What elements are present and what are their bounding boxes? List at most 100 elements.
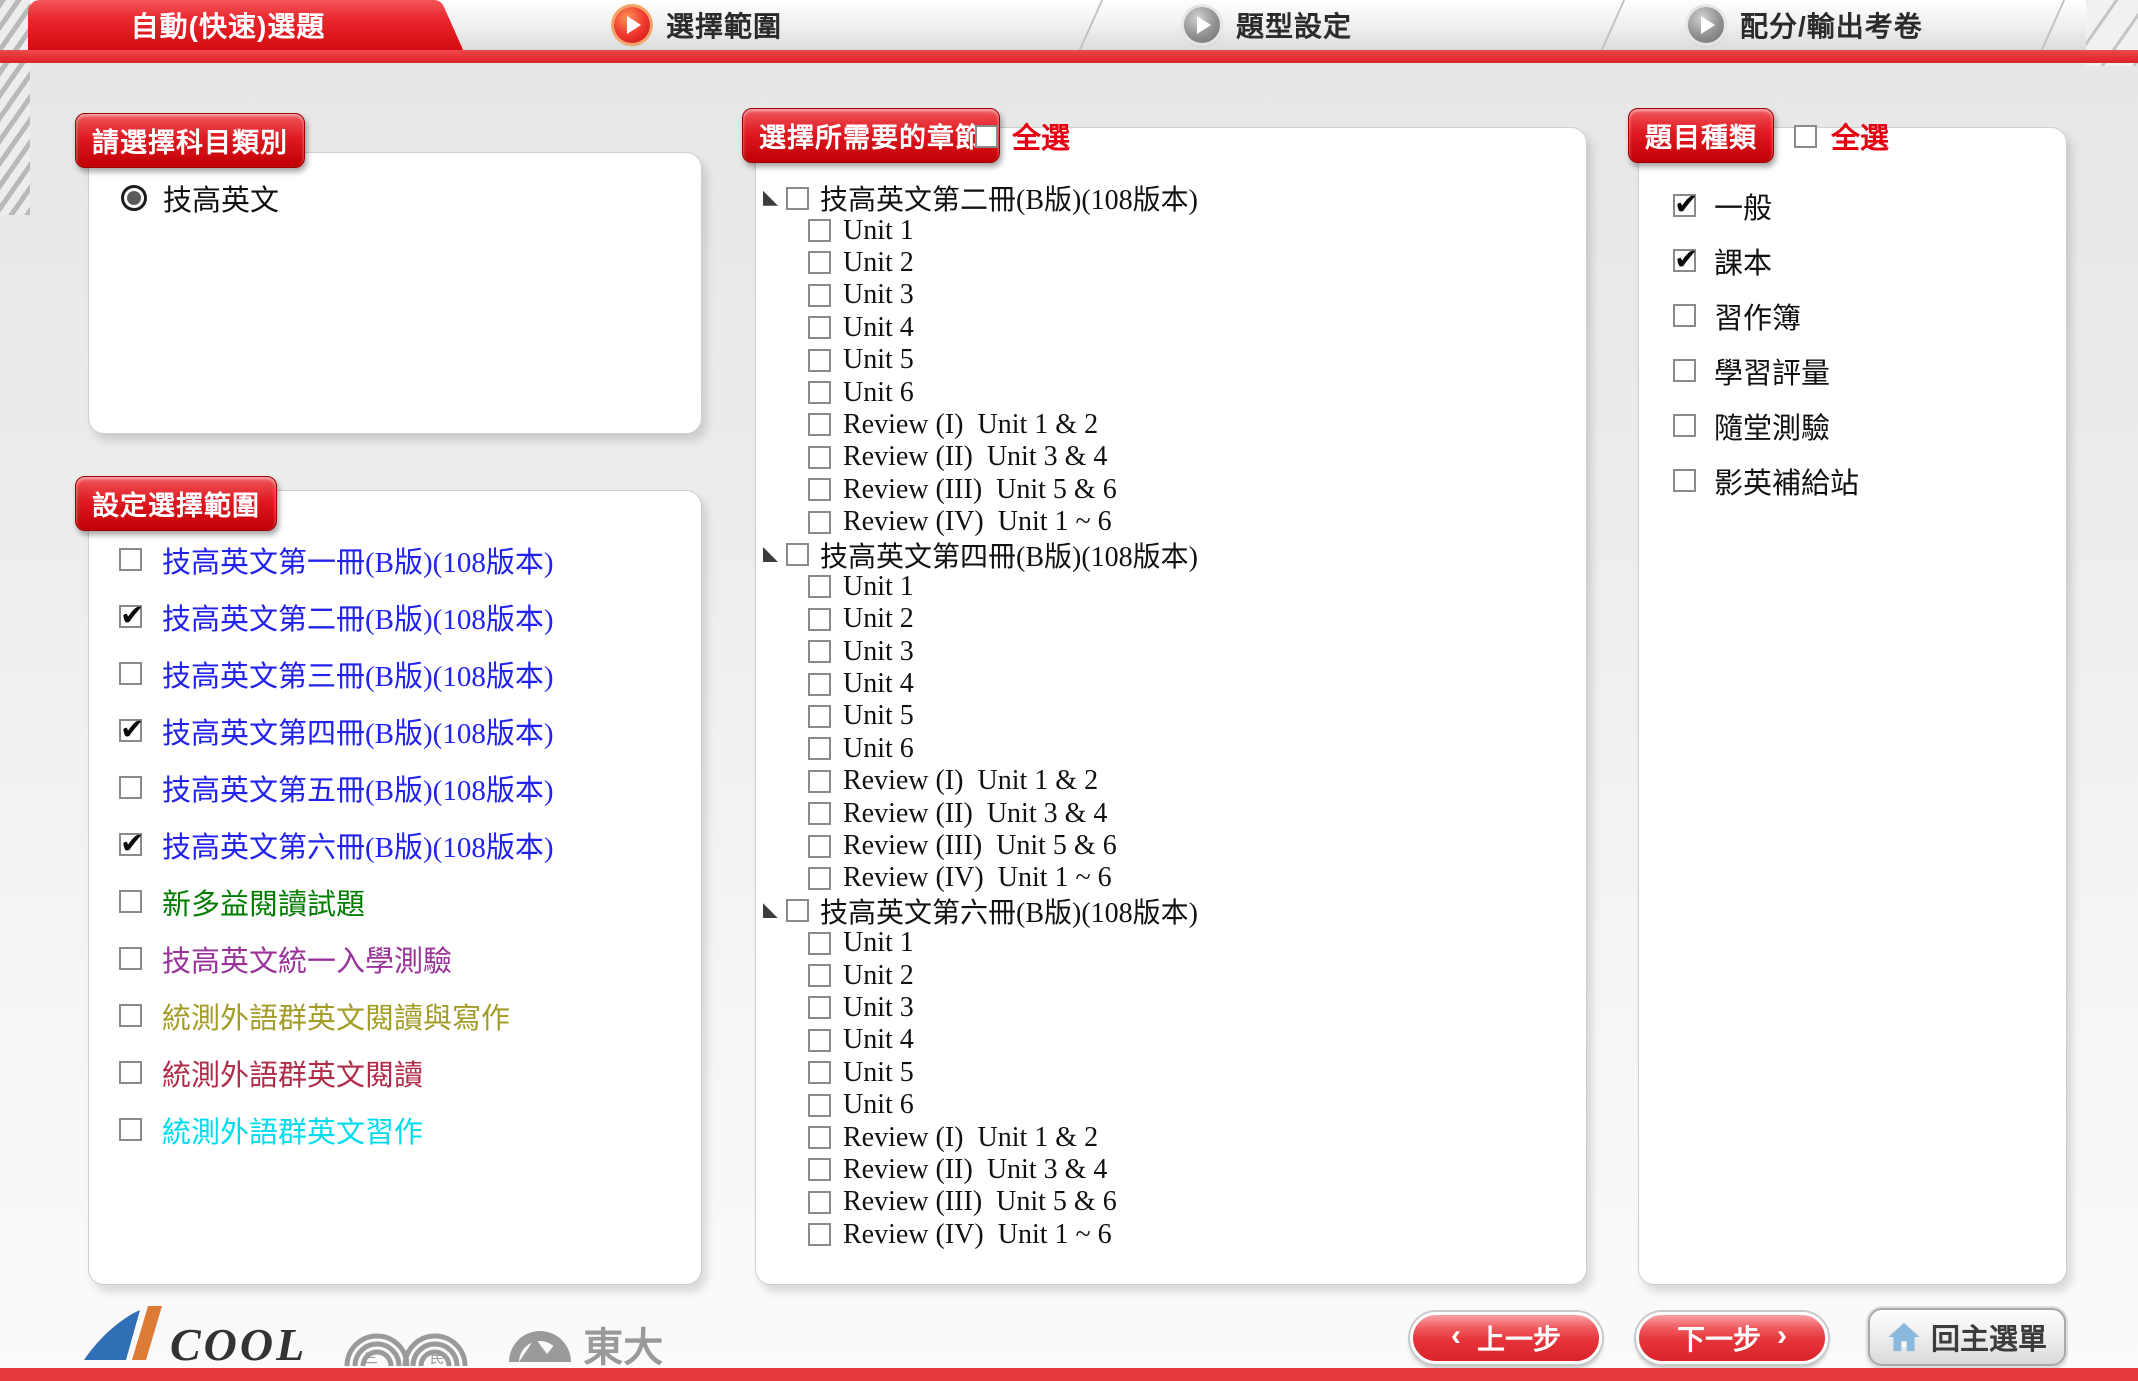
tree-chapter-row[interactable]: Unit 3 <box>756 992 1580 1024</box>
checkbox[interactable] <box>119 1118 142 1141</box>
question-type-item[interactable]: 習作簿 <box>1673 288 2056 343</box>
checkbox[interactable] <box>808 1223 831 1246</box>
subject-option[interactable]: 技高英文 <box>121 177 279 219</box>
tree-chapter-row[interactable]: Unit 3 <box>756 635 1580 667</box>
back-to-main-menu-button[interactable]: 回主選單 <box>1868 1308 2066 1366</box>
checkbox[interactable] <box>808 575 831 598</box>
range-item[interactable]: 技高英文第三冊(B版)(108版本) <box>119 645 687 702</box>
checkbox[interactable] <box>808 770 831 793</box>
checkbox[interactable] <box>786 187 809 210</box>
checkbox[interactable] <box>808 608 831 631</box>
checkbox[interactable] <box>119 1004 142 1027</box>
tree-chapter-row[interactable]: Unit 6 <box>756 733 1580 765</box>
question-type-item[interactable]: 學習評量 <box>1673 343 2056 398</box>
tree-book-row[interactable]: 技高英文第四冊(B版)(108版本) <box>756 538 1580 570</box>
tree-chapter-row[interactable]: Unit 5 <box>756 1057 1580 1089</box>
question-type-item[interactable]: 隨堂測驗 <box>1673 398 2056 453</box>
question-type-item[interactable]: 影英補給站 <box>1673 453 2056 508</box>
next-step-button[interactable]: 下一步 › <box>1636 1312 1828 1364</box>
checkbox[interactable] <box>808 932 831 955</box>
range-item[interactable]: 技高英文第六冊(B版)(108版本) <box>119 816 687 873</box>
tree-chapter-row[interactable]: Unit 1 <box>756 571 1580 603</box>
checkbox[interactable] <box>808 1094 831 1117</box>
checkbox[interactable] <box>808 446 831 469</box>
checkbox[interactable] <box>808 381 831 404</box>
checkbox[interactable] <box>808 867 831 890</box>
tree-chapter-row[interactable]: Unit 4 <box>756 668 1580 700</box>
tree-expanded-icon[interactable] <box>763 903 778 918</box>
checkbox[interactable] <box>808 996 831 1019</box>
tab-auto-quick-select[interactable]: 自動(快速)選題 <box>28 0 428 50</box>
checkbox[interactable] <box>1673 359 1696 382</box>
checkbox[interactable] <box>975 125 998 148</box>
checkbox[interactable] <box>808 349 831 372</box>
checkbox[interactable] <box>808 219 831 242</box>
tree-chapter-row[interactable]: Review (II) Unit 3 & 4 <box>756 1154 1580 1186</box>
tree-chapter-row[interactable]: Review (IV) Unit 1 ~ 6 <box>756 1219 1580 1251</box>
range-item[interactable]: 統測外語群英文閱讀 <box>119 1044 687 1101</box>
tab-select-range[interactable]: 選擇範圍 <box>614 0 782 50</box>
tree-chapter-row[interactable]: Review (I) Unit 1 & 2 <box>756 765 1580 797</box>
tree-chapter-row[interactable]: Review (I) Unit 1 & 2 <box>756 1121 1580 1153</box>
checkbox[interactable] <box>808 1158 831 1181</box>
chapters-select-all[interactable]: 全選 <box>975 118 1070 154</box>
tab-score-output[interactable]: 配分/輸出考卷 <box>1688 0 1923 50</box>
checkbox[interactable] <box>808 705 831 728</box>
checkbox[interactable] <box>786 899 809 922</box>
range-item[interactable]: 技高英文統一入學測驗 <box>119 930 687 987</box>
tree-chapter-row[interactable]: Unit 2 <box>756 247 1580 279</box>
checkbox[interactable] <box>808 478 831 501</box>
checkbox[interactable] <box>119 548 142 571</box>
tree-chapter-row[interactable]: Unit 1 <box>756 214 1580 246</box>
tree-chapter-row[interactable]: Unit 4 <box>756 312 1580 344</box>
tree-book-row[interactable]: 技高英文第二冊(B版)(108版本) <box>756 182 1580 214</box>
checkbox[interactable] <box>808 511 831 534</box>
prev-step-button[interactable]: ‹ 上一步 <box>1410 1312 1602 1364</box>
checkbox[interactable] <box>119 890 142 913</box>
range-item[interactable]: 技高英文第五冊(B版)(108版本) <box>119 759 687 816</box>
checkbox[interactable] <box>1673 249 1696 272</box>
radio-selected-icon[interactable] <box>121 185 147 211</box>
tree-chapter-row[interactable]: Unit 6 <box>756 1089 1580 1121</box>
checkbox[interactable] <box>808 1126 831 1149</box>
tree-chapter-row[interactable]: Review (I) Unit 1 & 2 <box>756 409 1580 441</box>
checkbox[interactable] <box>119 1061 142 1084</box>
tree-chapter-row[interactable]: Review (II) Unit 3 & 4 <box>756 441 1580 473</box>
question-type-item[interactable]: 一般 <box>1673 178 2056 233</box>
tree-expanded-icon[interactable] <box>763 191 778 206</box>
tree-chapter-row[interactable]: Unit 2 <box>756 603 1580 635</box>
checkbox[interactable] <box>808 673 831 696</box>
tab-question-type-settings[interactable]: 題型設定 <box>1184 0 1352 50</box>
checkbox[interactable] <box>1673 304 1696 327</box>
range-item[interactable]: 新多益閱讀試題 <box>119 873 687 930</box>
checkbox[interactable] <box>1673 469 1696 492</box>
tree-chapter-row[interactable]: Unit 5 <box>756 344 1580 376</box>
range-item[interactable]: 統測外語群英文習作 <box>119 1101 687 1158</box>
question-type-item[interactable]: 課本 <box>1673 233 2056 288</box>
range-item[interactable]: 統測外語群英文閱讀與寫作 <box>119 987 687 1044</box>
tree-chapter-row[interactable]: Review (IV) Unit 1 ~ 6 <box>756 506 1580 538</box>
tree-chapter-row[interactable]: Review (IV) Unit 1 ~ 6 <box>756 862 1580 894</box>
checkbox[interactable] <box>808 316 831 339</box>
checkbox[interactable] <box>808 964 831 987</box>
tree-chapter-row[interactable]: Review (III) Unit 5 & 6 <box>756 474 1580 506</box>
checkbox[interactable] <box>119 947 142 970</box>
tree-chapter-row[interactable]: Review (II) Unit 3 & 4 <box>756 797 1580 829</box>
checkbox[interactable] <box>808 284 831 307</box>
checkbox[interactable] <box>119 833 142 856</box>
tree-chapter-row[interactable]: Review (III) Unit 5 & 6 <box>756 1186 1580 1218</box>
checkbox[interactable] <box>119 605 142 628</box>
checkbox[interactable] <box>119 662 142 685</box>
checkbox[interactable] <box>808 737 831 760</box>
tree-chapter-row[interactable]: Unit 1 <box>756 927 1580 959</box>
tree-chapter-row[interactable]: Review (III) Unit 5 & 6 <box>756 830 1580 862</box>
tree-expanded-icon[interactable] <box>763 547 778 562</box>
checkbox[interactable] <box>808 802 831 825</box>
types-select-all[interactable]: 全選 <box>1794 118 1889 154</box>
range-item[interactable]: 技高英文第一冊(B版)(108版本) <box>119 531 687 588</box>
checkbox[interactable] <box>808 413 831 436</box>
checkbox[interactable] <box>1673 194 1696 217</box>
range-item[interactable]: 技高英文第二冊(B版)(108版本) <box>119 588 687 645</box>
checkbox[interactable] <box>808 1061 831 1084</box>
tree-chapter-row[interactable]: Unit 3 <box>756 279 1580 311</box>
